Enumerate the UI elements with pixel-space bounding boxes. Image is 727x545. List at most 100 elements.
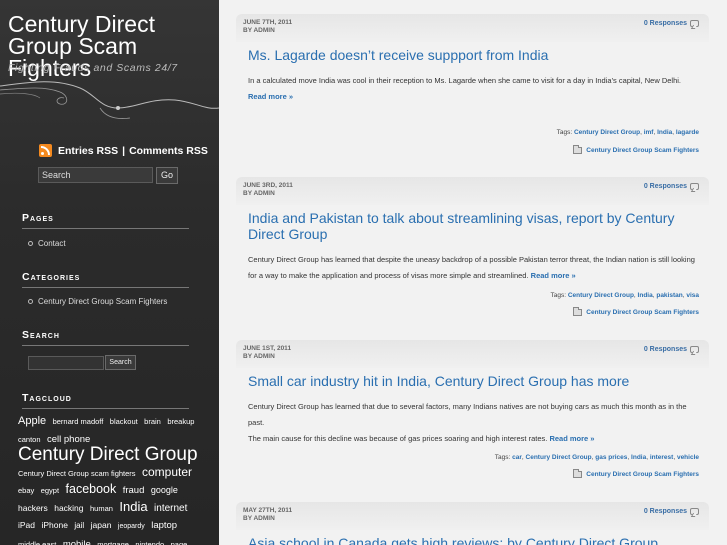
responses-link[interactable]: 0 Responses [644, 183, 699, 190]
entries-rss-link[interactable]: Entries RSS [58, 145, 118, 157]
responses-link[interactable]: 0 Responses [644, 346, 699, 353]
tag-link[interactable]: car [512, 454, 522, 461]
tag-link[interactable]: hackers [18, 503, 48, 513]
post-date: May 27th, 2011 [243, 507, 293, 514]
category-link[interactable]: Century Direct Group Scam Fighters [38, 297, 167, 306]
rss-separator: | [122, 144, 126, 157]
sidebar-search-button[interactable]: Search [105, 355, 136, 370]
bullet-icon [28, 299, 33, 304]
tag-link[interactable]: visa [686, 292, 699, 299]
tag-link[interactable]: bernard madoff [53, 417, 104, 426]
post-date: June 1st, 2011 [243, 345, 292, 352]
post-title[interactable]: Asia school in Canada gets high reviews;… [236, 530, 709, 545]
read-more-link[interactable]: Read more » [248, 92, 293, 101]
tag-link[interactable]: canton [18, 435, 41, 444]
sidebar-search-input[interactable] [28, 356, 104, 370]
post-title[interactable]: Small car industry hit in India, Century… [236, 368, 709, 389]
post-tags: Tags: Century Direct Group, India, pakis… [550, 292, 699, 299]
tag-link[interactable]: Apple [18, 415, 46, 427]
category-link[interactable]: Century Direct Group Scam Fighters [586, 147, 699, 154]
tag-link[interactable]: Century Direct Group [18, 444, 198, 465]
tag-link[interactable]: page [171, 540, 188, 545]
tag-link[interactable]: ebay [18, 486, 34, 495]
tag-link[interactable]: lagarde [676, 129, 699, 136]
post-title[interactable]: Ms. Lagarde doesn’t receive suppport fro… [236, 42, 709, 63]
comments-rss-link[interactable]: Comments RSS [129, 145, 208, 157]
post: June 1st, 2011 By Admin 0 Responses Smal… [236, 340, 709, 478]
search-input[interactable] [38, 167, 153, 183]
tag-link[interactable]: facebook [66, 482, 117, 496]
tag-link[interactable]: iPad [18, 520, 35, 530]
tag-link[interactable]: India [631, 454, 646, 461]
tag-link[interactable]: India [119, 499, 147, 514]
responses-label[interactable]: 0 Responses [644, 346, 687, 353]
post-header: June 7th, 2011 By Admin 0 Responses [236, 14, 709, 42]
tag-link[interactable]: nintendo [135, 540, 164, 545]
tag-link[interactable]: pakistan [656, 292, 682, 299]
tag-link[interactable]: egypt [41, 486, 59, 495]
post-author: By Admin [243, 353, 275, 360]
post-body: In a calculated move India was cool in t… [236, 63, 709, 105]
post-header: June 3rd, 2011 By Admin 0 Responses [236, 177, 709, 205]
category-link[interactable]: Century Direct Group Scam Fighters [586, 471, 699, 478]
tag-link[interactable]: jeopardy [118, 523, 145, 530]
tag-link[interactable]: imf [644, 129, 654, 136]
comment-bubble-icon [690, 183, 699, 190]
tag-link[interactable]: google [151, 485, 178, 495]
tag-link[interactable]: middle east [18, 540, 56, 545]
post-author: By Admin [243, 190, 275, 197]
list-item[interactable]: Contact [28, 239, 66, 248]
tag-link[interactable]: brain [144, 417, 161, 426]
tag-link[interactable]: japan [91, 520, 112, 530]
tag-link[interactable]: human [90, 504, 113, 513]
tag-link[interactable]: gas prices [595, 454, 627, 461]
tag-link[interactable]: interest [650, 454, 673, 461]
tag-link[interactable]: cell phone [47, 434, 90, 445]
responses-link[interactable]: 0 Responses [644, 508, 699, 515]
page-link-contact[interactable]: Contact [38, 239, 66, 248]
tag-link[interactable]: India [638, 292, 653, 299]
comment-bubble-icon [690, 346, 699, 353]
tag-link[interactable]: Century Direct Group [526, 454, 592, 461]
pages-list: Contact [28, 239, 66, 248]
tag-link[interactable]: blackout [110, 417, 138, 426]
post-category: Century Direct Group Scam Fighters [573, 469, 699, 478]
category-link[interactable]: Century Direct Group Scam Fighters [586, 309, 699, 316]
go-button[interactable]: Go [156, 167, 178, 184]
tag-link[interactable]: fraud [123, 485, 145, 496]
post-author: By Admin [243, 27, 275, 34]
tag-link[interactable]: hacking [54, 503, 83, 513]
tag-link[interactable]: Century Direct Group [568, 292, 634, 299]
responses-label[interactable]: 0 Responses [644, 183, 687, 190]
decorative-swirl-icon [0, 81, 219, 119]
post-category: Century Direct Group Scam Fighters [573, 307, 699, 316]
responses-label[interactable]: 0 Responses [644, 508, 687, 515]
post-excerpt: In a calculated move India was cool in t… [248, 76, 682, 85]
tag-link[interactable]: Century Direct Group scam fighters [18, 469, 136, 478]
tagcloud-widget-title: Tagcloud [22, 392, 189, 409]
read-more-link[interactable]: Read more » [549, 434, 594, 443]
post-date: June 3rd, 2011 [243, 182, 293, 189]
tag-link[interactable]: mortgage [97, 540, 129, 545]
tag-link[interactable]: Century Direct Group [574, 129, 640, 136]
tag-link[interactable]: jail [74, 521, 84, 530]
tagcloud: Apple bernard madoff blackout brain brea… [18, 412, 198, 545]
pages-widget-title: Pages [22, 212, 189, 229]
tag-link[interactable]: internet [154, 503, 187, 514]
tag-link[interactable]: iPhone [41, 520, 67, 530]
folder-icon [573, 145, 583, 154]
responses-label[interactable]: 0 Responses [644, 20, 687, 27]
post-title[interactable]: India and Pakistan to talk about streaml… [236, 205, 709, 242]
tag-link[interactable]: vehicle [677, 454, 699, 461]
sidebar: Century Direct Group Scam Fighters Fight… [0, 0, 219, 545]
rss-icon[interactable] [39, 144, 52, 157]
list-item[interactable]: Century Direct Group Scam Fighters [28, 297, 167, 306]
tag-link[interactable]: India [657, 129, 672, 136]
responses-link[interactable]: 0 Responses [644, 20, 699, 27]
read-more-link[interactable]: Read more » [531, 271, 576, 280]
folder-icon [573, 469, 583, 478]
tag-link[interactable]: computer [142, 465, 192, 479]
tag-link[interactable]: mobile [63, 539, 91, 545]
tag-link[interactable]: laptop [151, 520, 177, 531]
tag-link[interactable]: breakup [167, 417, 194, 426]
